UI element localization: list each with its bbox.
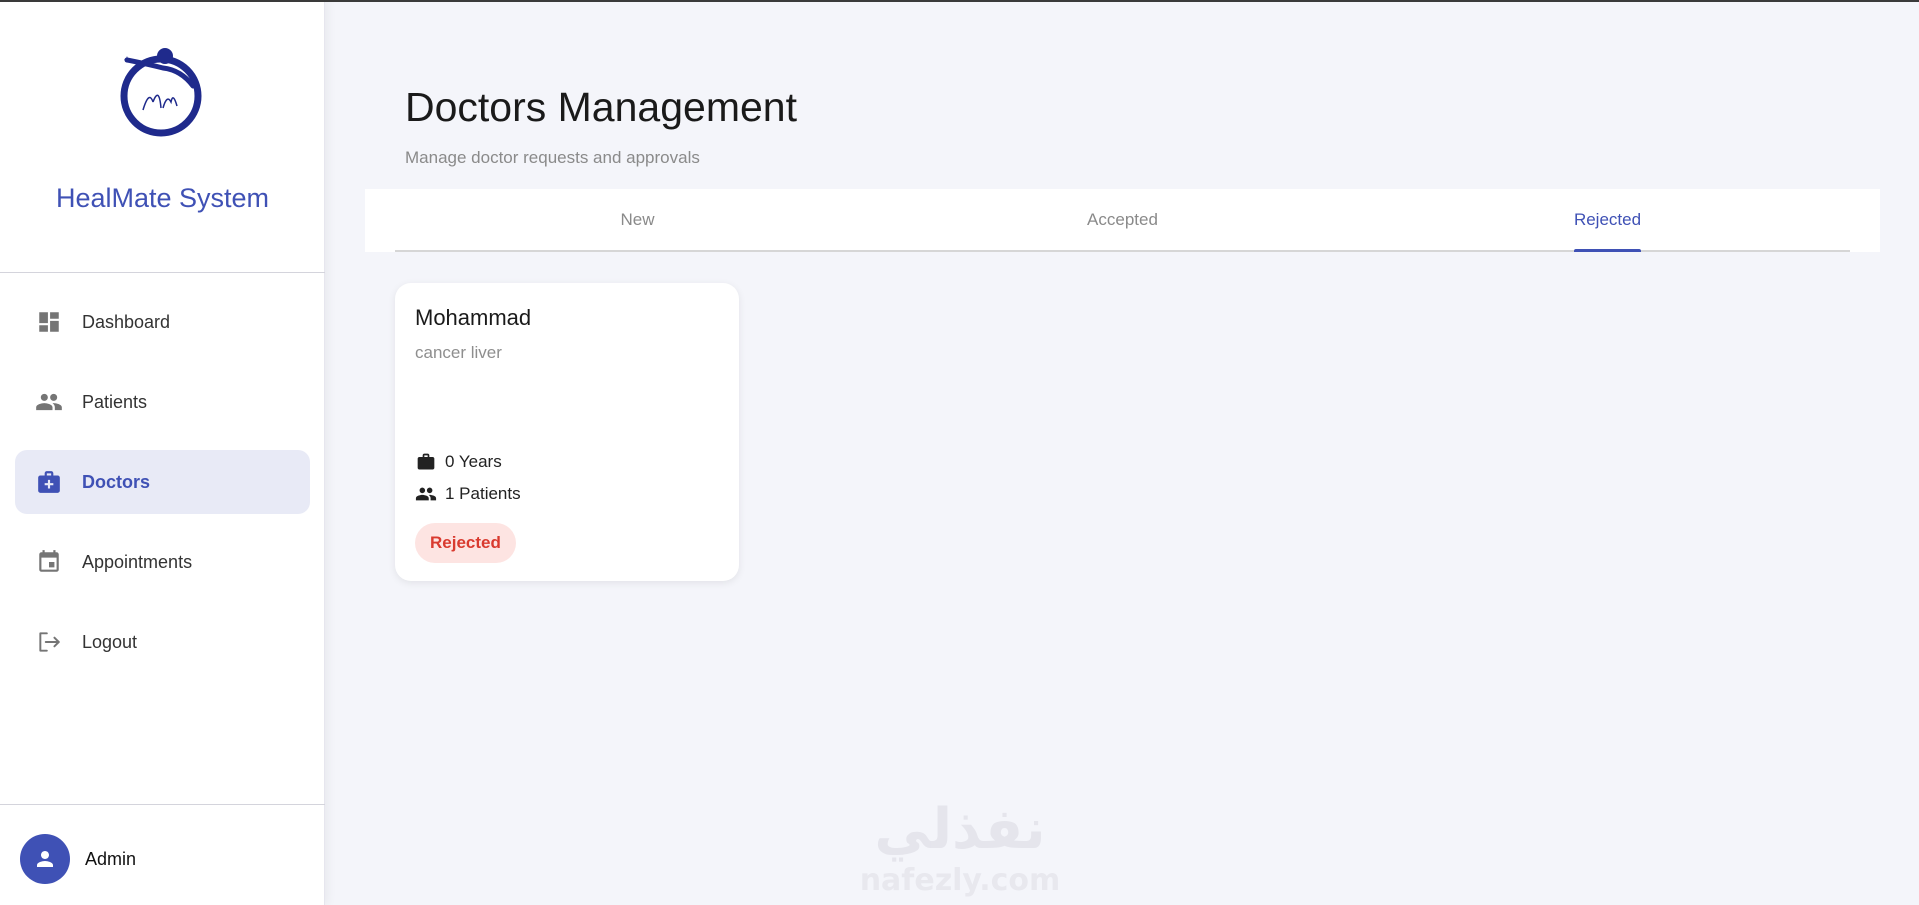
sidebar-item-logout[interactable]: Logout <box>15 610 310 674</box>
briefcase-icon <box>415 451 437 473</box>
tab-new[interactable]: New <box>395 189 880 250</box>
people-icon <box>415 483 437 505</box>
experience-text: 0 Years <box>445 452 502 471</box>
status-badge: Rejected <box>415 523 516 563</box>
sidebar-item-label: Doctors <box>82 471 151 492</box>
tab-active-indicator <box>1573 249 1642 252</box>
sidebar-item-label: Logout <box>82 631 138 652</box>
sidebar-item-label: Patients <box>82 391 148 412</box>
person-icon <box>37 851 53 867</box>
tab-label: Rejected <box>1573 210 1642 229</box>
people-icon <box>35 388 63 416</box>
page-title: Doctors Management <box>405 84 797 130</box>
sidebar-item-doctors[interactable]: Doctors <box>15 450 310 514</box>
doctor-experience: 0 Years <box>415 451 502 473</box>
tab-rejected[interactable]: Rejected <box>1365 189 1850 252</box>
sidebar-item-patients[interactable]: Patients <box>15 370 310 434</box>
tabs-bar: New Accepted Rejected <box>365 189 1880 252</box>
sidebar: HealMate System Dashboard Patients Docto… <box>0 0 325 905</box>
app-root: HealMate System Dashboard Patients Docto… <box>0 0 1919 905</box>
medical-bag-icon <box>35 468 63 496</box>
brand-logo <box>0 40 325 140</box>
user-name: Admin <box>85 848 137 869</box>
doctor-card[interactable]: Mohammad cancer liver 0 Years 1 Patients… <box>395 283 739 581</box>
user-profile[interactable]: Admin <box>20 834 136 884</box>
logout-icon <box>35 628 63 656</box>
patients-text: 1 Patients <box>445 484 521 503</box>
dashboard-icon <box>35 308 63 336</box>
tab-label-wrap: Rejected <box>1573 189 1642 252</box>
avatar <box>20 834 70 884</box>
sidebar-divider-bottom <box>0 804 325 805</box>
sidebar-item-dashboard[interactable]: Dashboard <box>15 290 310 354</box>
tab-label: New <box>620 209 655 229</box>
brand-title: HealMate System <box>55 183 270 213</box>
page-subtitle: Manage doctor requests and approvals <box>405 148 700 167</box>
doctor-specialty: cancer liver <box>415 343 502 362</box>
sidebar-item-label: Appointments <box>82 551 193 572</box>
doctor-patient-count: 1 Patients <box>415 483 521 505</box>
main-content: Doctors Management Manage doctor request… <box>365 0 1880 905</box>
tab-label: Accepted <box>1087 209 1158 229</box>
status-tabs: New Accepted Rejected <box>395 189 1850 252</box>
sidebar-nav: Dashboard Patients Doctors Appointments <box>15 290 310 690</box>
tab-accepted[interactable]: Accepted <box>880 189 1365 250</box>
sidebar-item-label: Dashboard <box>82 311 171 332</box>
calendar-icon <box>35 548 63 576</box>
watermark-latin: nafezly.com <box>860 863 1061 898</box>
sidebar-item-appointments[interactable]: Appointments <box>15 530 310 594</box>
sidebar-divider <box>0 272 325 273</box>
window-top-border <box>0 0 1919 2</box>
watermark: نفذلي nafezly.com <box>850 790 1070 900</box>
doctor-name: Mohammad <box>415 305 532 330</box>
watermark-arabic: نفذلي <box>874 797 1045 862</box>
